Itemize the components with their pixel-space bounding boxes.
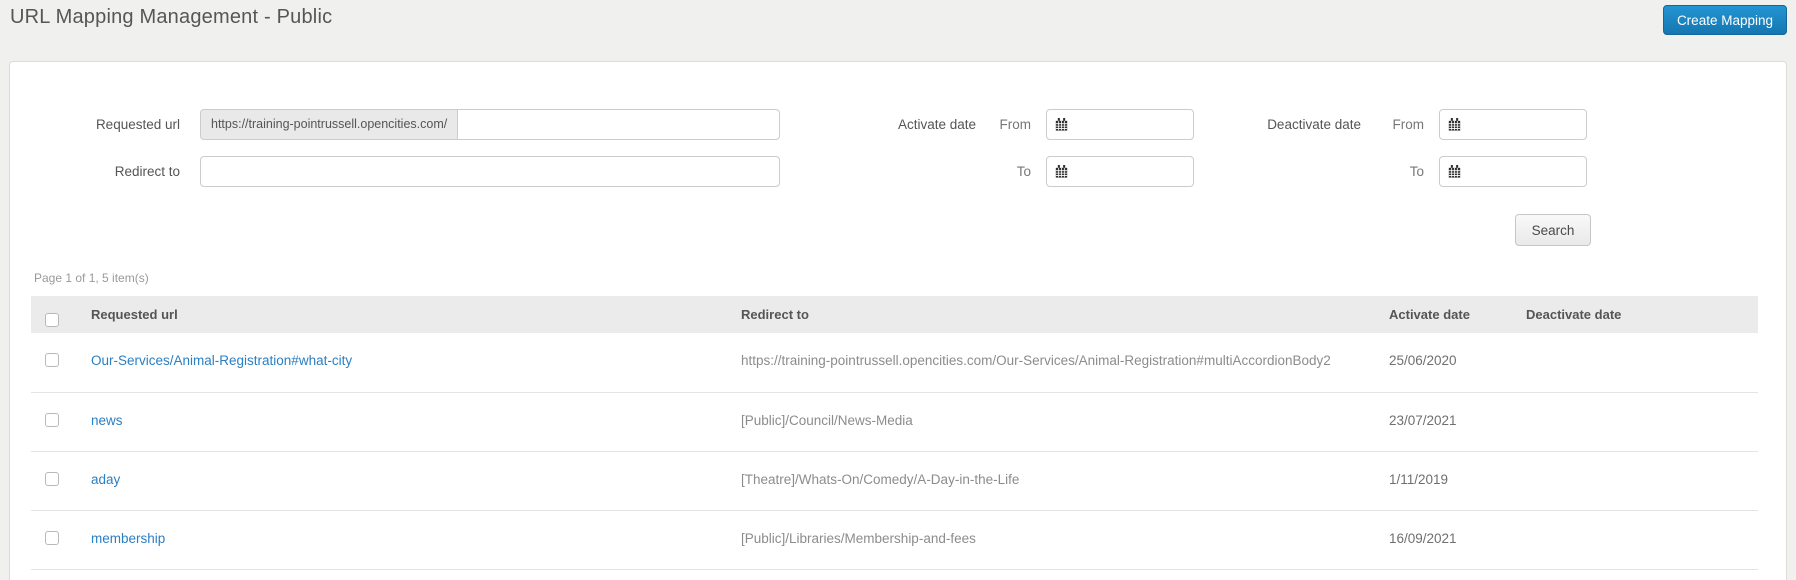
table-row: Our-Services/Animal-Registration#what-ci… (31, 333, 1758, 393)
column-header-redirect-to: Redirect to (726, 296, 1374, 333)
requested-url-link[interactable]: news (91, 413, 123, 428)
activate-to-field (1046, 156, 1194, 187)
activate-date-text: 1/11/2019 (1389, 471, 1449, 487)
row-checkbox[interactable] (45, 353, 59, 367)
requested-url-input[interactable] (457, 109, 780, 140)
create-mapping-button[interactable]: Create Mapping (1662, 5, 1787, 35)
requested-url-prefix: https://training-pointrussell.opencities… (200, 109, 458, 140)
requested-url-link[interactable]: membership (91, 531, 165, 546)
select-all-checkbox[interactable] (45, 313, 59, 327)
requested-url-label: Requested url (95, 117, 180, 132)
activate-date-label: Activate date (897, 117, 976, 132)
requested-url-link[interactable]: Our-Services/Animal-Registration#what-ci… (91, 353, 352, 368)
activate-date-text: 25/06/2020 (1389, 353, 1457, 368)
activate-date-text: 23/07/2021 (1389, 412, 1457, 428)
deactivate-to-field (1439, 156, 1587, 187)
activate-from-field (1046, 109, 1194, 140)
search-filters: Requested url https://training-pointruss… (10, 62, 1786, 292)
column-header-requested-url: Requested url (76, 296, 726, 333)
table-row: membership [Public]/Libraries/Membership-… (31, 510, 1758, 570)
column-header-deactivate-date: Deactivate date (1511, 296, 1758, 333)
requested-url-link[interactable]: aday (91, 472, 120, 487)
content-panel: Requested url https://training-pointruss… (9, 61, 1787, 580)
activate-to-label: To (1016, 164, 1031, 179)
table-row: news [Public]/Council/News-Media 23/07/202… (31, 392, 1758, 452)
results-table: Requested url Redirect to Activate date … (31, 296, 1758, 570)
deactivate-from-input[interactable] (1439, 109, 1587, 140)
activate-from-input[interactable] (1046, 109, 1194, 140)
activate-from-label: From (999, 117, 1032, 132)
deactivate-from-label: From (1392, 117, 1425, 132)
deactivate-to-label: To (1409, 164, 1424, 179)
redirect-to-text: [Theatre]/Whats-On/Comedy/A-Day-in-the-L… (741, 471, 1020, 487)
activate-date-text: 16/09/2021 (1389, 530, 1457, 546)
table-row: aday [Theatre]/Whats-On/Comedy/A-Day-in-t… (31, 451, 1758, 511)
row-checkbox[interactable] (45, 471, 59, 486)
activate-to-input[interactable] (1046, 156, 1194, 187)
row-checkbox[interactable] (45, 530, 59, 545)
results-table-body: Our-Services/Animal-Registration#what-ci… (31, 333, 1758, 570)
deactivate-date-label: Deactivate date (1267, 117, 1361, 132)
column-header-activate-date: Activate date (1374, 296, 1511, 333)
redirect-to-label: Redirect to (114, 164, 180, 179)
pagination-summary: Page 1 of 1, 5 item(s) (34, 271, 149, 285)
row-checkbox[interactable] (45, 412, 59, 427)
search-button[interactable]: Search (1515, 214, 1591, 246)
redirect-to-text: [Public]/Libraries/Membership-and-fees (741, 530, 976, 546)
redirect-to-input[interactable] (200, 156, 780, 187)
requested-url-group: https://training-pointrussell.opencities… (200, 109, 780, 140)
redirect-to-text: https://training-pointrussell.opencities… (741, 353, 1331, 368)
deactivate-to-input[interactable] (1439, 156, 1587, 187)
table-header-row: Requested url Redirect to Activate date … (31, 296, 1758, 333)
deactivate-from-field (1439, 109, 1587, 140)
page-title: URL Mapping Management - Public (10, 6, 333, 28)
top-bar: URL Mapping Management - Public Create M… (0, 0, 1796, 61)
redirect-to-text: [Public]/Council/News-Media (741, 412, 913, 428)
